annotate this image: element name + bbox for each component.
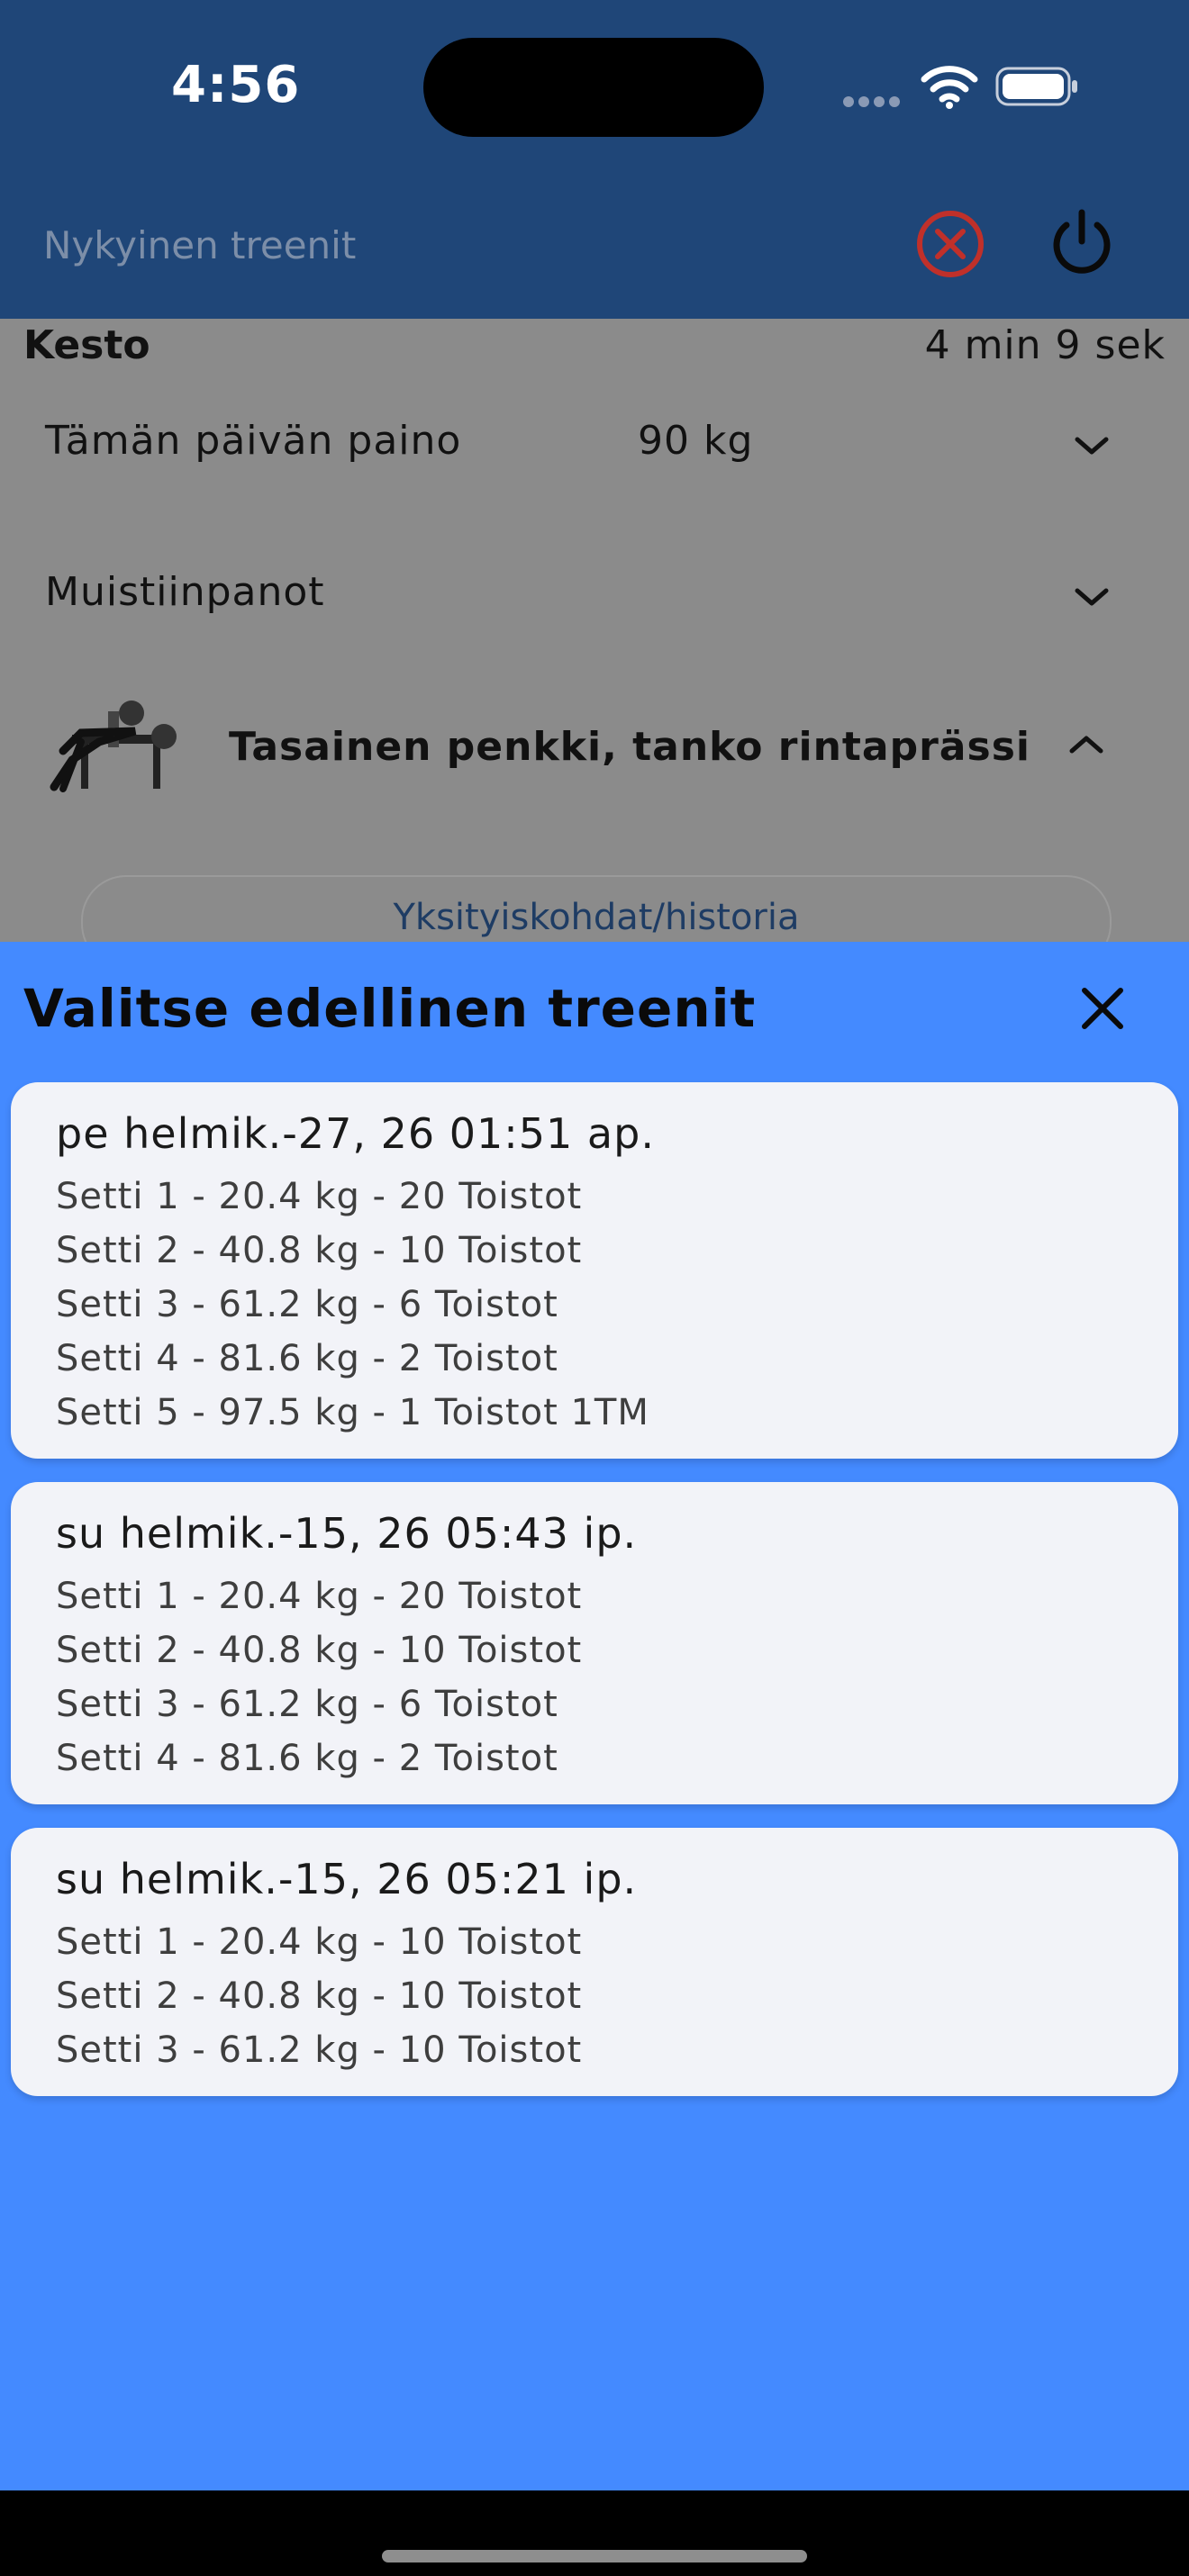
duration-label: Kesto bbox=[23, 322, 150, 368]
workout-card[interactable]: su helmik.-15, 26 05:43 ip. Setti 1 - 20… bbox=[11, 1482, 1178, 1804]
battery-icon bbox=[995, 67, 1077, 106]
cancel-icon[interactable] bbox=[913, 207, 987, 281]
app-title: Nykyinen treenit bbox=[43, 223, 357, 267]
dynamic-island bbox=[423, 38, 764, 137]
set-line: Setti 3 - 61.2 kg - 10 Toistot bbox=[56, 2029, 583, 2071]
previous-workout-sheet: Valitse edellinen treenit pe helmik.-27,… bbox=[0, 942, 1189, 2490]
details-history-label: Yksityiskohdat/historia bbox=[393, 897, 800, 938]
workout-date: su helmik.-15, 26 05:21 ip. bbox=[56, 1855, 638, 1903]
notes-label: Muistiinpanot bbox=[45, 569, 325, 615]
wifi-icon bbox=[921, 66, 978, 109]
app-bar: Nykyinen treenit bbox=[0, 171, 1189, 319]
notes-row[interactable]: Muistiinpanot bbox=[0, 524, 1189, 659]
home-indicator-area bbox=[0, 2490, 1189, 2576]
duration-value: 4 min 9 sek bbox=[924, 322, 1166, 368]
exercise-thumbnail bbox=[50, 700, 177, 792]
power-icon[interactable] bbox=[1045, 205, 1119, 279]
cellular-signal-icon bbox=[843, 94, 906, 107]
set-line: Setti 1 - 20.4 kg - 20 Toistot bbox=[56, 1576, 583, 1617]
status-time: 4:56 bbox=[171, 56, 301, 114]
workout-background: Kesto 4 min 9 sek Tämän päivän paino 90 … bbox=[0, 319, 1189, 942]
status-bar: 4:56 bbox=[0, 0, 1189, 171]
set-line: Setti 2 - 40.8 kg - 10 Toistot bbox=[56, 1630, 583, 1671]
set-line: Setti 1 - 20.4 kg - 20 Toistot bbox=[56, 1176, 583, 1217]
workout-card[interactable]: su helmik.-15, 26 05:21 ip. Setti 1 - 20… bbox=[11, 1828, 1178, 2096]
workout-date: pe helmik.-27, 26 01:51 ap. bbox=[56, 1109, 655, 1158]
set-line: Setti 4 - 81.6 kg - 2 Toistot bbox=[56, 1338, 558, 1379]
home-indicator[interactable] bbox=[382, 2550, 807, 2562]
set-line: Setti 2 - 40.8 kg - 10 Toistot bbox=[56, 1975, 583, 2017]
set-line: Setti 2 - 40.8 kg - 10 Toistot bbox=[56, 1230, 583, 1271]
sheet-title: Valitse edellinen treenit bbox=[23, 978, 757, 1039]
set-line: Setti 4 - 81.6 kg - 2 Toistot bbox=[56, 1738, 558, 1779]
chevron-up-icon[interactable] bbox=[1066, 731, 1106, 758]
exercise-name[interactable]: Tasainen penkki, tanko rintaprässi bbox=[229, 724, 1030, 770]
set-line: Setti 3 - 61.2 kg - 6 Toistot bbox=[56, 1684, 558, 1725]
weight-row[interactable]: Tämän päivän paino 90 kg bbox=[0, 373, 1189, 508]
chevron-down-icon[interactable] bbox=[1072, 432, 1112, 459]
details-history-button[interactable]: Yksityiskohdat/historia bbox=[81, 875, 1112, 942]
workout-card[interactable]: pe helmik.-27, 26 01:51 ap. Setti 1 - 20… bbox=[11, 1082, 1178, 1459]
weight-value: 90 kg bbox=[638, 418, 754, 464]
chevron-down-icon[interactable] bbox=[1072, 583, 1112, 610]
set-line: Setti 3 - 61.2 kg - 6 Toistot bbox=[56, 1284, 558, 1325]
set-line: Setti 1 - 20.4 kg - 10 Toistot bbox=[56, 1921, 583, 1963]
weight-label: Tämän päivän paino bbox=[45, 418, 462, 464]
set-line: Setti 5 - 97.5 kg - 1 Toistot 1TM bbox=[56, 1392, 649, 1433]
workout-date: su helmik.-15, 26 05:43 ip. bbox=[56, 1509, 638, 1558]
close-icon[interactable] bbox=[1077, 983, 1128, 1034]
